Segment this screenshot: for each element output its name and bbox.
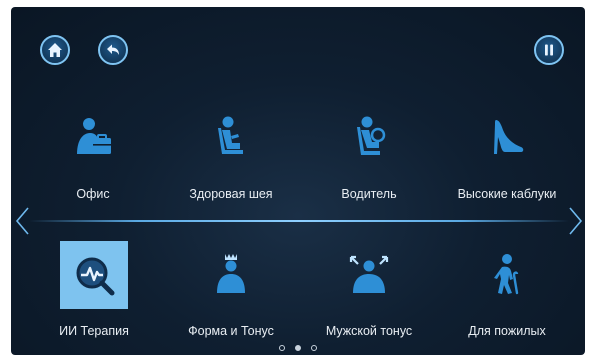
pause-button[interactable] [534,35,564,65]
program-label: Водитель [341,187,397,201]
program-label: Мужской тонус [325,324,413,338]
pause-icon [545,44,553,56]
male-tone-icon [349,255,389,293]
program-tile-ai-therapy[interactable]: ИИ Терапия [39,247,149,347]
seated-person-icon [218,116,243,154]
page-indicator [11,345,585,351]
home-button[interactable] [40,35,70,65]
home-icon [48,43,62,57]
program-tile-elderly[interactable]: Для пожилых [452,247,562,347]
page-dot-active[interactable] [295,345,301,351]
shape-tone-icon [217,254,245,293]
page-dot[interactable] [279,345,285,351]
driver-icon [357,116,386,155]
program-tile-driver[interactable]: Водитель [314,110,424,210]
program-label: Форма и Тонус [188,324,274,338]
scroll-right-arrow-icon[interactable] [567,206,585,236]
program-tile-shape-tone[interactable]: Форма и Тонус [176,247,286,347]
back-icon [107,44,119,55]
program-tile-healthy-neck[interactable]: Здоровая шея [176,110,286,210]
program-label: Для пожилых [468,324,546,338]
massage-program-screen: Офис Здоровая шея Водитель Высокие каблу… [11,7,585,355]
program-label: Офис [76,187,110,201]
scroll-left-arrow-icon[interactable] [13,206,31,236]
back-button[interactable] [98,35,128,65]
program-tile-office[interactable]: Офис [38,110,148,210]
program-label: Здоровая шея [189,187,273,201]
elderly-icon [494,254,519,295]
program-tile-male-tone[interactable]: Мужской тонус [314,247,424,347]
high-heel-icon [494,120,524,154]
row-divider [29,220,569,222]
ai-therapy-icon [76,257,115,296]
program-tile-high-heels[interactable]: Высокие каблуки [452,110,562,210]
program-label: Высокие каблуки [457,187,557,201]
page-dot[interactable] [311,345,317,351]
office-worker-icon [77,118,111,154]
program-label: ИИ Терапия [59,324,129,338]
